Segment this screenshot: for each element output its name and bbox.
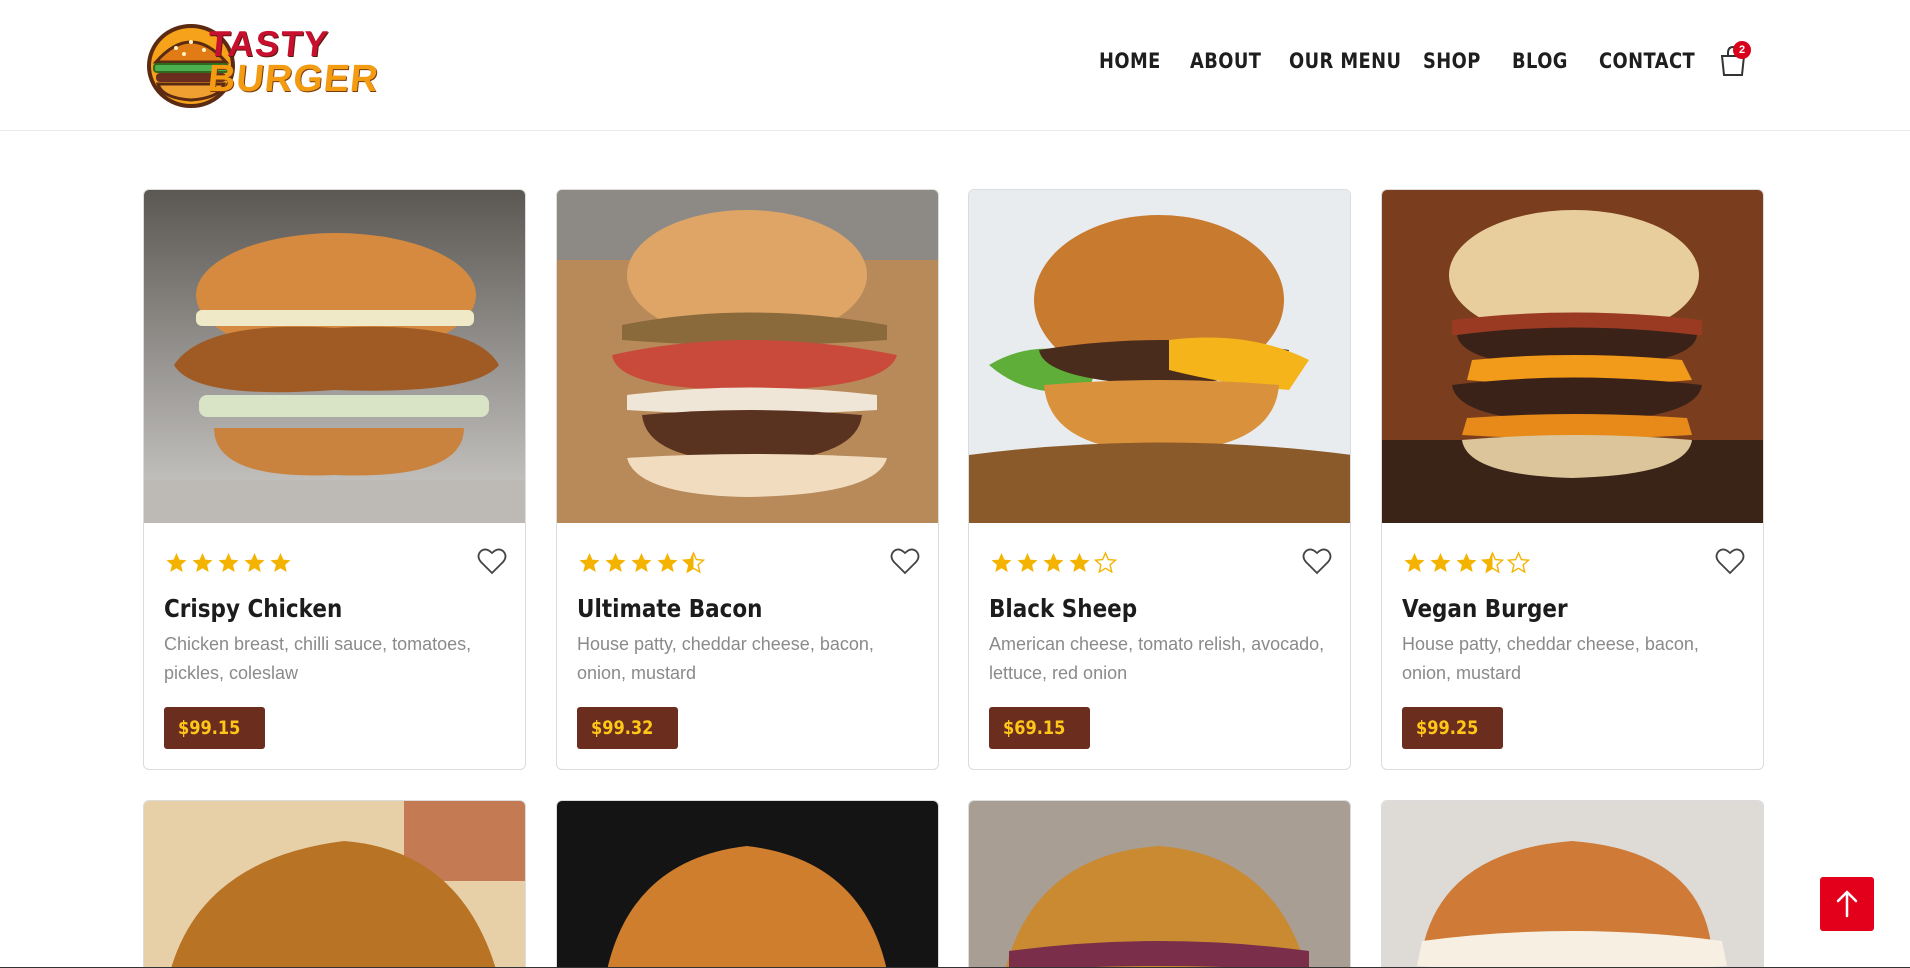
- logo-wordmark: TASTY BURGER: [205, 23, 381, 100]
- price-value: $69.15: [1003, 717, 1066, 739]
- star-full-icon: [270, 553, 291, 572]
- product-card[interactable]: Ultimate Bacon House patty, cheddar chee…: [556, 189, 939, 770]
- star-full-icon: [605, 553, 626, 572]
- price-tag[interactable]: $99.32: [577, 707, 679, 749]
- star-full-icon: [657, 553, 678, 572]
- product-image[interactable]: [557, 190, 938, 523]
- product-description: American cheese, tomato relish, avocado,…: [989, 634, 1325, 683]
- star-full-icon: [1043, 553, 1064, 572]
- product-image[interactable]: [969, 190, 1350, 523]
- price-tag[interactable]: $69.15: [989, 707, 1091, 749]
- star-empty-icon: [1506, 551, 1531, 574]
- product-image[interactable]: [969, 801, 1351, 968]
- product-card[interactable]: [556, 800, 939, 968]
- nav-our-menu[interactable]: OUR MENU: [1289, 49, 1401, 73]
- product-card[interactable]: [1381, 800, 1764, 968]
- star-half-icon: [1480, 551, 1505, 574]
- product-card[interactable]: Crispy Chicken Chicken breast, chilli sa…: [143, 189, 526, 770]
- site-logo[interactable]: TASTY BURGER: [146, 18, 381, 110]
- product-title[interactable]: Ultimate Bacon: [577, 594, 762, 623]
- rating-stars: [989, 551, 1119, 577]
- star-full-icon: [1017, 553, 1038, 572]
- product-image[interactable]: [557, 801, 939, 968]
- cart-count-badge: 2: [1733, 41, 1751, 59]
- star-full-icon: [192, 553, 213, 572]
- product-card[interactable]: Black Sheep American cheese, tomato reli…: [968, 189, 1351, 770]
- price-tag[interactable]: $99.25: [1402, 707, 1504, 749]
- product-card[interactable]: [968, 800, 1351, 968]
- star-full-icon: [1456, 553, 1477, 572]
- price-tag[interactable]: $99.15: [164, 707, 266, 749]
- star-full-icon: [579, 553, 600, 572]
- price-value: $99.32: [591, 717, 654, 739]
- star-full-icon: [244, 553, 265, 572]
- star-full-icon: [631, 553, 652, 572]
- rating-stars: [577, 551, 707, 577]
- rating-stars: [1402, 551, 1532, 577]
- product-description: House patty, cheddar cheese, bacon, onio…: [577, 634, 874, 683]
- product-image[interactable]: [1382, 190, 1763, 523]
- product-description: Chicken breast, chilli sauce, tomatoes, …: [164, 634, 472, 683]
- product-image[interactable]: [144, 801, 526, 968]
- nav-contact[interactable]: CONTACT: [1599, 49, 1695, 73]
- product-card[interactable]: [143, 800, 526, 968]
- product-image[interactable]: [144, 190, 525, 523]
- logo-text-bottom: BURGER: [205, 58, 381, 100]
- nav-blog[interactable]: BLOG: [1512, 49, 1568, 73]
- logo-text-top: TASTY: [205, 23, 331, 64]
- product-title[interactable]: Crispy Chicken: [164, 594, 342, 623]
- heart-icon[interactable]: [1715, 547, 1745, 575]
- nav-home[interactable]: HOME: [1099, 49, 1161, 73]
- product-description: House patty, cheddar cheese, bacon, onio…: [1402, 634, 1699, 683]
- star-empty-icon: [1093, 551, 1118, 574]
- rating-stars: [164, 551, 294, 577]
- product-card[interactable]: Vegan Burger House patty, cheddar cheese…: [1381, 189, 1764, 770]
- star-full-icon: [991, 553, 1012, 572]
- scroll-to-top-button[interactable]: [1820, 877, 1874, 931]
- arrow-up-icon: [1836, 890, 1858, 918]
- heart-icon[interactable]: [1302, 547, 1332, 575]
- price-value: $99.15: [178, 717, 241, 739]
- nav-about[interactable]: ABOUT: [1190, 49, 1261, 73]
- heart-icon[interactable]: [477, 547, 507, 575]
- star-full-icon: [1404, 553, 1425, 572]
- star-full-icon: [166, 553, 187, 572]
- star-half-icon: [681, 551, 706, 574]
- product-image[interactable]: [1382, 801, 1764, 968]
- nav-shop[interactable]: SHOP: [1423, 49, 1481, 73]
- heart-icon[interactable]: [890, 547, 920, 575]
- product-title[interactable]: Vegan Burger: [1402, 594, 1568, 623]
- site-header: TASTY BURGER HOME ABOUT OUR MENU SHOP BL…: [0, 0, 1910, 131]
- star-full-icon: [218, 553, 239, 572]
- price-value: $99.25: [1416, 717, 1479, 739]
- star-full-icon: [1430, 553, 1451, 572]
- star-full-icon: [1069, 553, 1090, 572]
- product-title[interactable]: Black Sheep: [989, 594, 1137, 623]
